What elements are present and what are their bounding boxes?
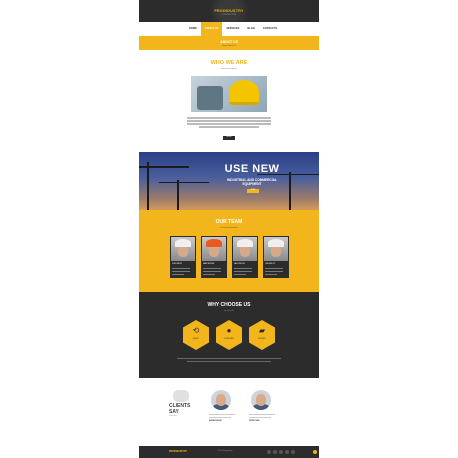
nav-item[interactable]: BLOG xyxy=(243,22,259,36)
text-line xyxy=(187,117,271,119)
text-line xyxy=(203,274,215,275)
hard-hat-icon xyxy=(175,239,191,247)
team-member-card[interactable]: PAUL WILSON xyxy=(232,236,258,278)
team-member-photo xyxy=(264,237,288,261)
team-member-photo xyxy=(202,237,226,261)
who-we-are-title: WHO WE ARE xyxy=(210,60,248,66)
team-section: OUR TEAM the best professionals JOHN SMI… xyxy=(139,210,319,292)
hard-hat-icon xyxy=(237,239,253,247)
logo[interactable]: PROINDUSTRY xyxy=(139,9,319,13)
crane-mast xyxy=(147,162,149,210)
team-member-photo xyxy=(233,237,257,261)
text-line xyxy=(199,126,259,128)
text-line xyxy=(265,268,283,269)
text-line xyxy=(187,361,271,363)
header: PROINDUSTRY CONSTRUCTION xyxy=(139,0,319,26)
client-avatar xyxy=(211,390,231,410)
crane-jib xyxy=(139,166,189,168)
text-line xyxy=(234,268,252,269)
team-member-name: JOHN SMITH xyxy=(172,264,182,265)
clients-subtitle: testimonials xyxy=(169,416,177,417)
footer-copyright: © 2015 | Privacy Policy xyxy=(217,450,233,452)
team-member-name: MARK BROWN xyxy=(203,264,215,265)
footer-logo[interactable]: PROINDUSTRY xyxy=(169,450,187,453)
team-member-photo xyxy=(171,237,195,261)
team-member-card[interactable]: JOHN SMITH xyxy=(170,236,196,278)
nav-item[interactable]: ABOUT US xyxy=(200,22,223,36)
team-member-name: LISA TAYLOR xyxy=(265,264,275,265)
team-member-name: PAUL WILSON xyxy=(234,264,245,265)
feature-hexagon[interactable]: ▰ DELIVERY xyxy=(249,320,275,350)
who-we-are-subtitle: about our company xyxy=(221,68,237,70)
team-title: OUR TEAM xyxy=(215,219,243,225)
feature-hexagon[interactable]: ● WORLDWIDE xyxy=(216,320,242,350)
logo-tagline: CONSTRUCTION xyxy=(221,14,237,16)
banner-subtitle-line: EQUIPMENT xyxy=(242,182,262,186)
text-line xyxy=(187,120,271,122)
hard-hat-icon xyxy=(229,80,259,105)
hard-hat-icon xyxy=(268,239,284,247)
page: PROINDUSTRY CONSTRUCTION HOME ABOUT US SER… xyxy=(139,0,319,458)
footer: PROINDUSTRY © 2015 | Privacy Policy xyxy=(139,446,319,458)
text-line xyxy=(172,271,190,272)
scroll-top-button[interactable] xyxy=(313,450,317,454)
text-line xyxy=(203,268,221,269)
clients-section: CLIENTS SAY testimonials ANDREW MILLER P… xyxy=(139,378,319,446)
who-more-button[interactable]: MORE xyxy=(223,136,235,140)
quote-icon xyxy=(173,390,189,402)
text-line xyxy=(265,271,283,272)
hand-shape xyxy=(197,86,223,110)
team-member-card[interactable]: MARK BROWN xyxy=(201,236,227,278)
client-name: ANDREW MILLER xyxy=(209,421,222,422)
banner-more-button[interactable]: MORE xyxy=(247,189,259,193)
text-line xyxy=(209,414,235,416)
clients-title: CLIENTS SAY xyxy=(169,403,190,415)
rss-icon[interactable] xyxy=(285,450,289,454)
clients-title-line: SAY xyxy=(169,408,179,415)
google-plus-icon[interactable] xyxy=(279,450,283,454)
text-line xyxy=(249,414,275,416)
nav-item[interactable]: HOME xyxy=(185,22,201,36)
text-line xyxy=(172,274,184,275)
globe-icon: ● xyxy=(226,326,232,335)
feature-label: QUALITY xyxy=(192,339,200,340)
hard-hat-icon xyxy=(206,239,222,247)
text-line xyxy=(187,123,271,125)
page-title: ABOUT US xyxy=(220,40,238,44)
client-avatar xyxy=(251,390,271,410)
main-nav: HOME ABOUT US SERVICES BLOG CONTACTS xyxy=(139,22,319,36)
team-member-card[interactable]: LISA TAYLOR xyxy=(263,236,289,278)
text-line xyxy=(249,417,271,419)
nav-item[interactable]: SERVICES xyxy=(222,22,243,36)
crane-mast xyxy=(177,180,179,210)
truck-icon: ▰ xyxy=(258,326,266,335)
breadcrumb[interactable]: Home / About Us xyxy=(139,45,319,47)
text-line xyxy=(172,268,190,269)
text-line xyxy=(177,358,281,360)
team-subtitle: the best professionals xyxy=(220,227,238,229)
why-subtitle: our services xyxy=(224,310,234,312)
twitter-icon[interactable] xyxy=(273,450,277,454)
linkedin-icon[interactable] xyxy=(291,450,295,454)
feature-hexagon[interactable]: ⟲ QUALITY xyxy=(183,320,209,350)
facebook-icon[interactable] xyxy=(267,450,271,454)
banner-title: USE NEW xyxy=(224,163,280,175)
client-name: PETER JONES xyxy=(249,421,260,422)
why-title: WHY CHOOSE US xyxy=(207,302,251,308)
nav-items: HOME ABOUT US SERVICES BLOG CONTACTS xyxy=(185,22,281,36)
text-line xyxy=(234,274,246,275)
why-choose-us-section: WHY CHOOSE US our services ⟲ QUALITY ● WORL… xyxy=(139,292,319,378)
feature-label: DELIVERY xyxy=(258,339,266,340)
equipment-banner: USE NEW INDUSTRIAL AND COMMERCIAL EQUIPM… xyxy=(139,152,319,210)
banner-subtitle: INDUSTRIAL AND COMMERCIAL EQUIPMENT xyxy=(197,178,307,186)
clock-icon: ⟲ xyxy=(192,326,200,335)
text-line xyxy=(265,274,277,275)
helmet-image xyxy=(191,76,267,112)
text-line xyxy=(203,271,221,272)
text-line xyxy=(209,417,231,419)
nav-item[interactable]: CONTACTS xyxy=(259,22,281,36)
text-line xyxy=(234,271,252,272)
page-title-bar: ABOUT US Home / About Us xyxy=(139,36,319,50)
feature-label: WORLDWIDE xyxy=(224,339,234,340)
